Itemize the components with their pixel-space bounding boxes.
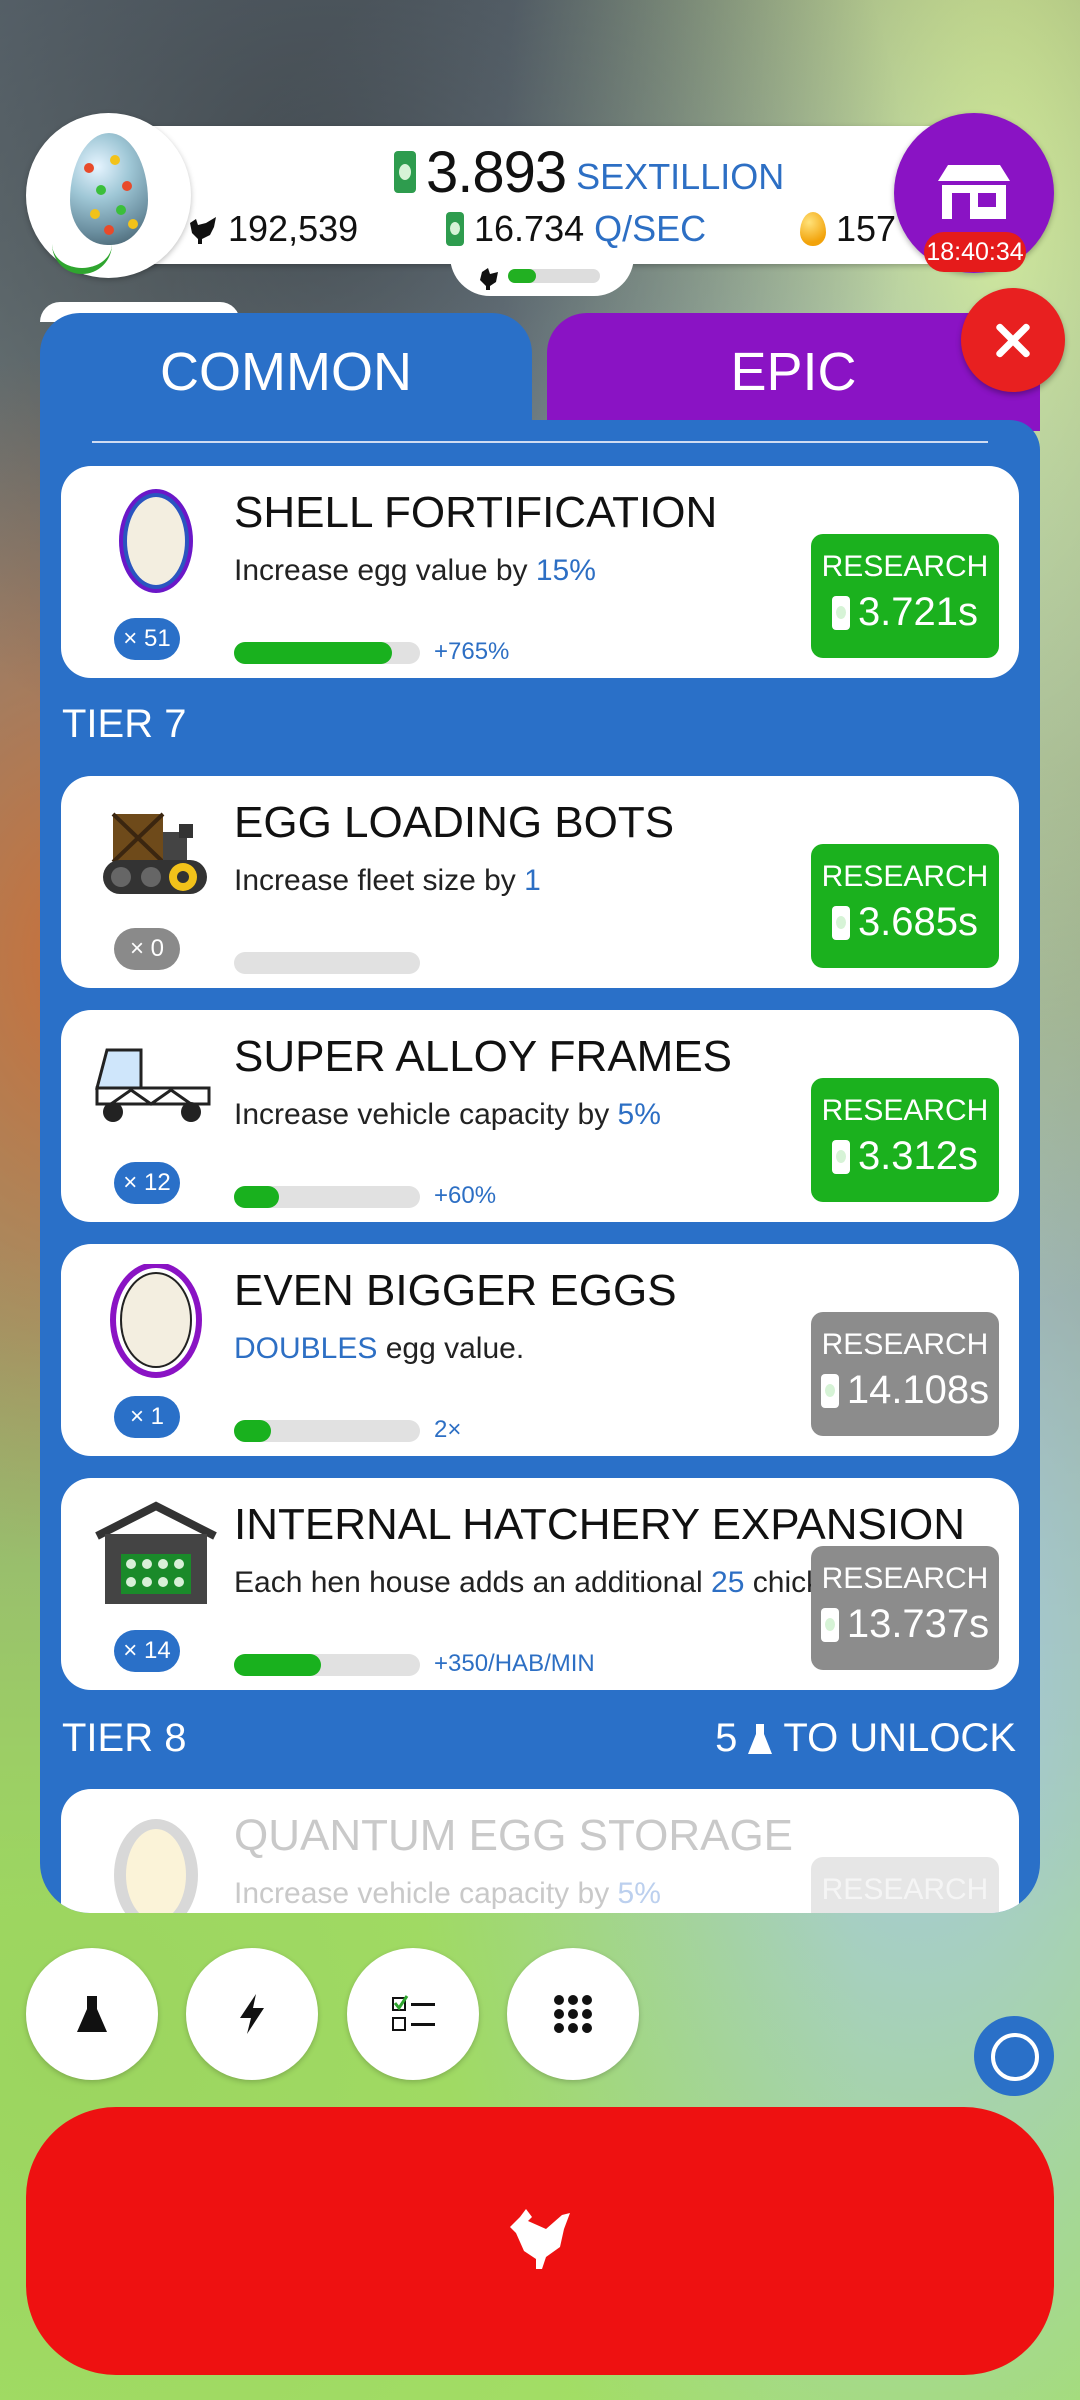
research-description: Increase vehicle capacity by 5% <box>234 1098 661 1131</box>
research-description: Increase vehicle capacity by 5% <box>234 1877 661 1910</box>
research-title: SUPER ALLOY FRAMES <box>234 1032 733 1081</box>
shop-icon <box>938 165 1010 219</box>
hatch-chicken-button[interactable] <box>26 2107 1054 2375</box>
checklist-icon <box>392 1995 435 2031</box>
research-card-egg-loading-bots: × 0 EGG LOADING BOTS Increase fleet size… <box>61 776 1019 988</box>
research-level-badge: × 12 <box>114 1162 180 1204</box>
research-bonus: +60% <box>434 1182 497 1209</box>
research-title: EGG LOADING BOTS <box>234 798 675 847</box>
research-card-even-bigger-eggs: × 1 EVEN BIGGER EGGS DOUBLES egg value. … <box>61 1244 1019 1456</box>
research-bonus: 2× <box>434 1416 462 1443</box>
assistant-circle-button[interactable] <box>974 2016 1054 2096</box>
lightning-icon <box>240 1994 264 2034</box>
research-progress-bar <box>234 642 420 664</box>
cash-icon <box>394 151 416 193</box>
big-egg-icon <box>110 1264 202 1378</box>
money-value: 3.893 <box>426 139 567 205</box>
research-card-internal-hatchery-expansion: × 14 INTERNAL HATCHERY EXPANSION Each he… <box>61 1478 1019 1690</box>
research-progress-bar <box>234 1654 420 1676</box>
research-progress-bar <box>234 1186 420 1208</box>
menu-grid-button[interactable] <box>507 1948 639 2080</box>
research-bonus: +350/HAB/MIN <box>434 1650 595 1677</box>
research-button[interactable]: RESEARCH 14.108s <box>811 1312 999 1436</box>
research-panel: × 51 SHELL FORTIFICATION Increase egg va… <box>40 420 1040 1913</box>
golden-egg-count: 157 <box>800 208 896 250</box>
cash-icon <box>831 1139 850 1174</box>
research-description: Increase egg value by 15% <box>234 554 596 587</box>
grid-icon <box>554 1995 592 2033</box>
cash-icon <box>831 595 850 630</box>
golden-egg-value: 157 <box>836 208 897 249</box>
cash-icon <box>820 1607 839 1642</box>
research-level-badge: × 51 <box>114 618 180 660</box>
chicken-icon <box>190 217 216 244</box>
research-title: INTERNAL HATCHERY EXPANSION <box>234 1500 966 1549</box>
research-title: EVEN BIGGER EGGS <box>234 1266 677 1315</box>
close-icon[interactable] <box>961 288 1065 392</box>
golden-egg-icon <box>800 212 826 246</box>
research-level-badge: × 0 <box>114 928 180 970</box>
research-button: RESEARCH <box>811 1857 999 1913</box>
chicken-icon <box>510 2209 570 2269</box>
research-level-badge: × 14 <box>114 1630 180 1672</box>
research-progress-bar <box>234 1420 420 1442</box>
quantum-egg-icon <box>114 1819 198 1913</box>
research-description: Increase fleet size by 1 <box>234 864 541 897</box>
boosts-button[interactable] <box>186 1948 318 2080</box>
research-button[interactable]: RESEARCH 3.721s <box>811 534 999 658</box>
robot-icon <box>103 812 207 894</box>
research-button[interactable]: RESEARCH 3.312s <box>811 1078 999 1202</box>
research-menu-button[interactable] <box>26 1948 158 2080</box>
chicken-count-value: 192,539 <box>228 208 359 249</box>
flask-icon <box>748 1723 773 1754</box>
research-card-quantum-egg-storage: QUANTUM EGG STORAGE Increase vehicle cap… <box>61 1789 1019 1913</box>
research-description: DOUBLES egg value. <box>234 1332 525 1365</box>
shop-timer: 18:40:34 <box>924 232 1026 272</box>
research-progress-bar <box>234 952 420 974</box>
missions-button[interactable] <box>347 1948 479 2080</box>
cash-icon <box>820 1373 839 1408</box>
research-button[interactable]: RESEARCH 3.685s <box>811 844 999 968</box>
habitat-progress-bar <box>508 269 600 283</box>
research-bonus: +765% <box>434 638 510 665</box>
research-card-shell-fortification: × 51 SHELL FORTIFICATION Increase egg va… <box>61 466 1019 678</box>
chicken-count: 192,539 <box>186 208 358 250</box>
rate-unit: Q/SEC <box>594 208 707 249</box>
truck-icon <box>95 1048 211 1122</box>
research-title: SHELL FORTIFICATION <box>234 488 718 537</box>
divider <box>92 441 988 443</box>
rate-value: 16.734 <box>474 208 585 249</box>
research-title: QUANTUM EGG STORAGE <box>234 1811 794 1860</box>
research-button[interactable]: RESEARCH 13.737s <box>811 1546 999 1670</box>
cash-icon <box>831 905 850 940</box>
hatchery-icon <box>95 1501 217 1604</box>
research-card-super-alloy-frames: × 12 SUPER ALLOY FRAMES Increase vehicle… <box>61 1010 1019 1222</box>
chick-icon <box>480 268 498 290</box>
cash-icon <box>446 212 464 246</box>
research-level-badge: × 1 <box>114 1396 180 1438</box>
tier-unlock-requirement: 5 TO UNLOCK <box>715 1716 1016 1760</box>
tier-label: TIER 8 <box>62 1716 187 1760</box>
money-display: 3.893 SEXTILLION <box>394 139 785 205</box>
earning-rate: 16.734 Q/SEC <box>446 208 706 250</box>
egg-icon <box>119 489 193 593</box>
money-unit: SEXTILLION <box>576 156 785 197</box>
egg-icon <box>70 133 148 245</box>
tier-label: TIER 7 <box>62 702 187 746</box>
flask-icon <box>77 1996 107 2032</box>
